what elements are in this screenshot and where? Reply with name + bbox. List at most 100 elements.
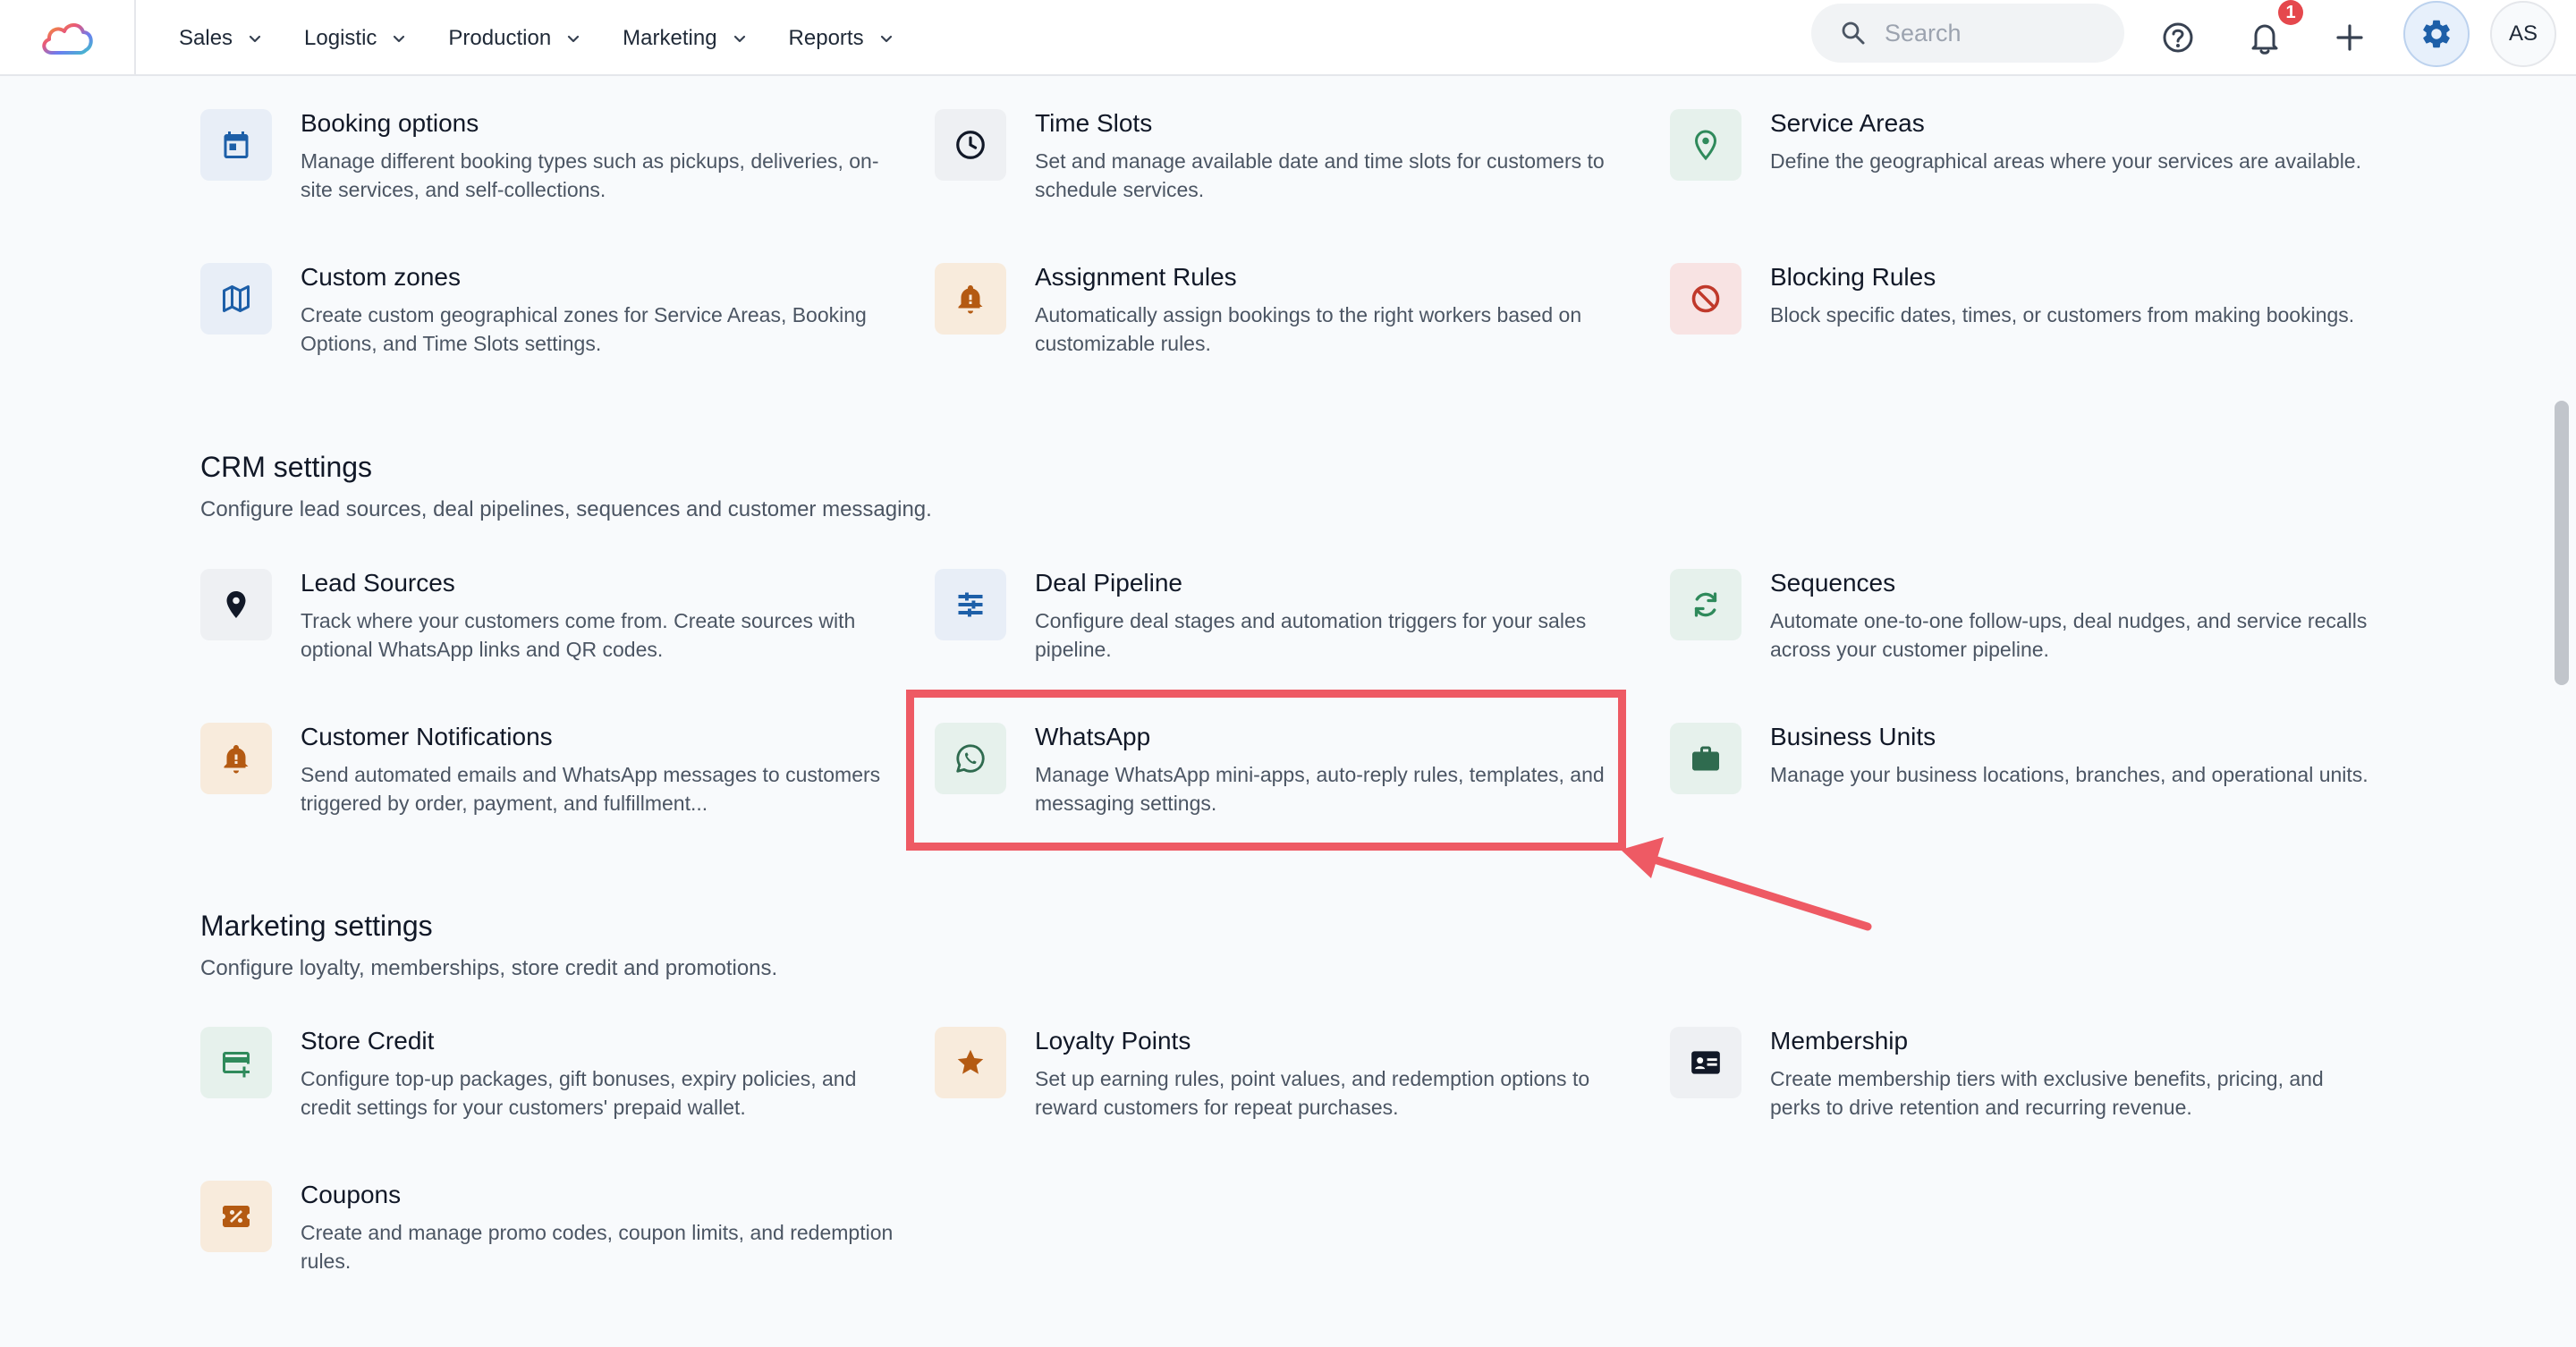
card-blocking-rules[interactable]: Blocking Rules Block specific dates, tim… — [1670, 263, 2377, 370]
whatsapp-icon — [956, 744, 985, 773]
card-title: Service Areas — [1770, 109, 1925, 137]
settings-button[interactable] — [2403, 1, 2470, 67]
chevron-down-icon — [878, 30, 894, 47]
card-description: Track where your customers come from. Cr… — [301, 609, 856, 661]
card-description: Create and manage promo codes, coupon li… — [301, 1221, 894, 1273]
card-description: Automatically assign bookings to the rig… — [1035, 303, 1582, 355]
nav-logistic[interactable]: Logistic — [304, 26, 407, 51]
chevron-down-icon — [565, 30, 581, 47]
location-pin-icon — [226, 591, 246, 618]
card-add-icon — [223, 1052, 250, 1078]
card-service-areas[interactable]: Service Areas Define the geographical ar… — [1670, 109, 2377, 216]
main-nav: Sales Logistic Production Marketing Repo… — [179, 0, 936, 76]
nav-production-label: Production — [448, 25, 552, 50]
card-title: Custom zones — [301, 263, 461, 291]
nav-sales[interactable]: Sales — [179, 26, 263, 51]
chevron-down-icon — [391, 30, 407, 47]
search-input[interactable]: Search — [1811, 4, 2124, 63]
card-title: Customer Notifications — [301, 723, 553, 750]
card-deal-pipeline[interactable]: Deal Pipeline Configure deal stages and … — [935, 569, 1641, 676]
search-icon — [1842, 21, 1865, 45]
bell-alert-icon — [224, 745, 249, 774]
nav-logistic-label: Logistic — [304, 25, 377, 50]
card-lead-sources[interactable]: Lead Sources Track where your customers … — [200, 569, 907, 676]
card-icon-box — [200, 1027, 272, 1098]
user-avatar[interactable]: AS — [2490, 1, 2556, 67]
clock-icon — [956, 131, 985, 159]
nav-production[interactable]: Production — [448, 26, 581, 51]
briefcase-icon — [1692, 746, 1719, 771]
help-icon — [2163, 22, 2193, 53]
card-membership[interactable]: Membership Create membership tiers with … — [1670, 1027, 2377, 1134]
chevron-down-icon — [247, 30, 263, 47]
card-sequences[interactable]: Sequences Automate one-to-one follow-ups… — [1670, 569, 2377, 676]
scrollbar-thumb[interactable] — [2555, 401, 2569, 685]
card-icon-box — [935, 1027, 1006, 1098]
nav-marketing-label: Marketing — [623, 25, 717, 50]
card-title: WhatsApp — [1035, 723, 1151, 750]
card-store-credit[interactable]: Store Credit Configure top-up packages, … — [200, 1027, 907, 1134]
card-whatsapp[interactable]: WhatsApp Manage WhatsApp mini-apps, auto… — [935, 723, 1641, 830]
card-description: Manage WhatsApp mini-apps, auto-reply ru… — [1035, 763, 1605, 815]
marketing-section-subtitle: Configure loyalty, memberships, store cr… — [200, 956, 778, 980]
card-icon-box — [1670, 1027, 1741, 1098]
nav-marketing[interactable]: Marketing — [623, 26, 747, 51]
plus-icon — [2336, 24, 2363, 51]
annotation-arrow-icon — [1621, 837, 1872, 931]
cloud-logo-icon — [42, 22, 93, 55]
card-icon-box — [200, 723, 272, 794]
card-description: Send automated emails and WhatsApp messa… — [301, 763, 881, 815]
card-description: Define the geographical areas where your… — [1770, 149, 2361, 173]
card-customer-notifications[interactable]: Customer Notifications Send automated em… — [200, 723, 907, 830]
card-title: Sequences — [1770, 569, 1896, 597]
card-icon-box — [200, 263, 272, 335]
card-title: Store Credit — [301, 1027, 435, 1055]
card-icon-box — [1670, 263, 1741, 335]
id-card-icon — [1691, 1051, 1720, 1074]
marketing-section-title: Marketing settings — [200, 910, 433, 942]
calendar-icon — [224, 131, 249, 158]
notification-badge: 1 — [2278, 0, 2303, 25]
chevron-down-icon — [732, 30, 748, 47]
card-title: Deal Pipeline — [1035, 569, 1182, 597]
add-button[interactable] — [2323, 11, 2377, 64]
bell-icon — [2251, 24, 2278, 55]
card-description: Manage different booking types such as p… — [301, 149, 879, 201]
card-business-units[interactable]: Business Units Manage your business loca… — [1670, 723, 2377, 830]
nav-sales-label: Sales — [179, 25, 233, 50]
card-title: Business Units — [1770, 723, 1936, 750]
card-title: Assignment Rules — [1035, 263, 1237, 291]
card-description: Configure top-up packages, gift bonuses,… — [301, 1067, 857, 1119]
card-booking-options[interactable]: Booking options Manage different booking… — [200, 109, 907, 216]
card-title: Coupons — [301, 1181, 402, 1208]
map-icon — [223, 285, 250, 312]
card-icon-box — [935, 263, 1006, 335]
bell-alert-icon — [958, 285, 983, 314]
card-custom-zones[interactable]: Custom zones Create custom geographical … — [200, 263, 907, 370]
card-title: Loyalty Points — [1035, 1027, 1191, 1055]
coupon-icon — [223, 1206, 250, 1227]
scrollbar-track[interactable] — [2549, 76, 2576, 1347]
card-title: Blocking Rules — [1770, 263, 1936, 291]
card-title: Membership — [1770, 1027, 1909, 1055]
nav-reports[interactable]: Reports — [789, 26, 894, 51]
card-description: Create membership tiers with exclusive b… — [1770, 1067, 2324, 1119]
refresh-icon — [1694, 592, 1717, 617]
top-navigation-bar: Sales Logistic Production Marketing Repo… — [0, 0, 2576, 76]
card-loyalty-points[interactable]: Loyalty Points Set up earning rules, poi… — [935, 1027, 1641, 1134]
help-button[interactable] — [2151, 11, 2205, 64]
nav-reports-label: Reports — [788, 25, 864, 50]
pipeline-icon — [958, 592, 983, 617]
card-title: Lead Sources — [301, 569, 455, 597]
app-logo[interactable] — [0, 0, 136, 76]
card-description: Manage your business locations, branches… — [1770, 763, 2368, 786]
crm-section-title: CRM settings — [200, 451, 373, 483]
card-icon-box — [1670, 723, 1741, 794]
card-coupons[interactable]: Coupons Create and manage promo codes, c… — [200, 1181, 907, 1288]
card-assignment-rules[interactable]: Assignment Rules Automatically assign bo… — [935, 263, 1641, 370]
card-time-slots[interactable]: Time Slots Set and manage available date… — [935, 109, 1641, 216]
search-placeholder: Search — [1885, 19, 1962, 47]
gear-icon — [2423, 20, 2450, 48]
card-description: Configure deal stages and automation tri… — [1035, 609, 1587, 661]
card-title: Time Slots — [1035, 109, 1153, 137]
